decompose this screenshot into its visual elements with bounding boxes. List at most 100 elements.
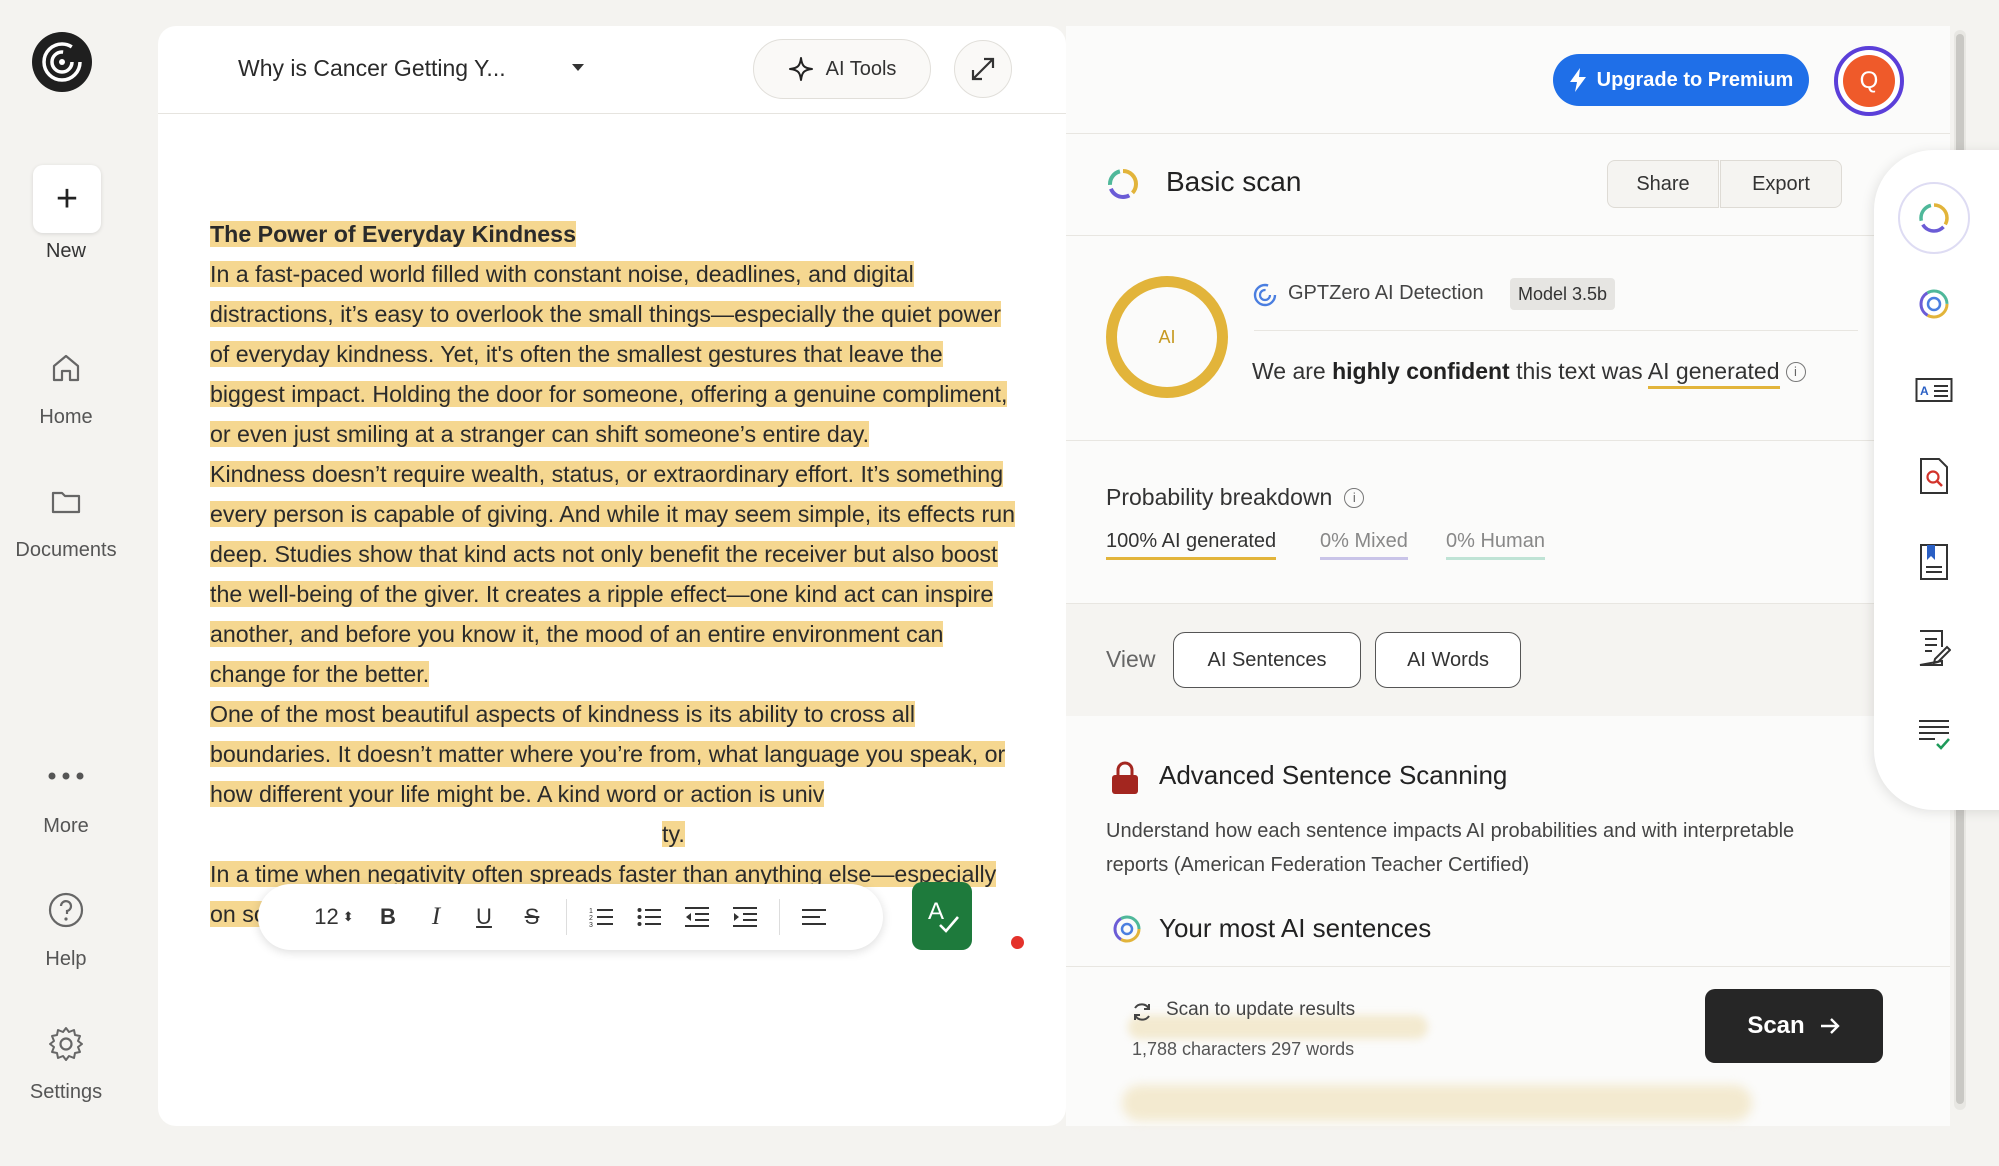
- svg-text:A: A: [928, 898, 944, 925]
- document-body[interactable]: The Power of Everyday Kindness In a fast…: [210, 214, 1020, 934]
- ordered-list-icon[interactable]: 123: [577, 897, 625, 937]
- most-ai-sentences-title: Your most AI sentences: [1159, 913, 1432, 943]
- scan-progress-icon: [1106, 167, 1140, 206]
- nav-home-label[interactable]: Home: [0, 406, 132, 429]
- scan-title: Basic scan: [1166, 166, 1302, 197]
- id-card-icon: A: [1915, 378, 1953, 402]
- strikethrough-icon[interactable]: S: [508, 897, 556, 937]
- ai-tools-button[interactable]: AI Tools: [753, 39, 931, 99]
- rail-basic-scan[interactable]: [1898, 182, 1970, 254]
- prob-ai-generated[interactable]: 100% AI generated: [1106, 530, 1277, 560]
- scan-progress-icon: [1919, 203, 1949, 233]
- edit-doc-icon: [1919, 630, 1951, 666]
- checklist-icon: [1919, 720, 1950, 750]
- font-size-value: 12: [314, 904, 339, 929]
- grammar-check-button[interactable]: A: [912, 882, 972, 950]
- ai-words-button[interactable]: AI Words: [1375, 632, 1521, 688]
- nav-help-label[interactable]: Help: [0, 948, 132, 971]
- plus-icon: +: [55, 177, 79, 220]
- chevron-down-icon[interactable]: [572, 64, 584, 71]
- share-button[interactable]: Share: [1607, 160, 1719, 208]
- ai-sentences-button[interactable]: AI Sentences: [1173, 632, 1361, 688]
- prob-mixed[interactable]: 0% Mixed: [1320, 530, 1408, 560]
- document-heading: The Power of Everyday Kindness: [210, 221, 576, 247]
- paragraph-3: One of the most beautiful aspects of kin…: [210, 701, 1006, 807]
- new-document-button[interactable]: +: [33, 165, 101, 233]
- status-dot: [1011, 936, 1024, 949]
- sparkle-icon: [788, 57, 813, 81]
- info-icon[interactable]: i: [1785, 361, 1806, 382]
- editor-header: Why is Cancer Getting Y... AI Tools: [158, 26, 1066, 114]
- rail-plagiarism[interactable]: [1904, 446, 1964, 506]
- folder-icon[interactable]: [46, 482, 86, 522]
- divider: [1066, 440, 1950, 441]
- view-label: View: [1106, 646, 1156, 672]
- bullet-list-icon[interactable]: [625, 897, 673, 937]
- home-icon[interactable]: [46, 348, 86, 388]
- lock-icon: [1110, 761, 1140, 800]
- underline-icon[interactable]: U: [460, 897, 508, 937]
- export-button[interactable]: Export: [1720, 160, 1842, 208]
- divider: [1066, 133, 1950, 134]
- document-editor: Why is Cancer Getting Y... AI Tools The …: [158, 26, 1066, 1126]
- bold-icon[interactable]: B: [364, 897, 412, 937]
- align-left-icon[interactable]: [790, 897, 838, 937]
- info-icon[interactable]: i: [1344, 487, 1365, 508]
- toolbar-divider: [779, 899, 780, 935]
- left-nav: + New Home Documents More Help Settings: [0, 0, 132, 1166]
- avatar[interactable]: Q: [1834, 46, 1904, 116]
- document-search-icon: [1920, 458, 1948, 494]
- ai-tools-label: AI Tools: [825, 57, 897, 80]
- outdent-icon[interactable]: [673, 897, 721, 937]
- bookmark-doc-icon: [1920, 544, 1948, 580]
- help-icon[interactable]: [46, 890, 86, 930]
- document-title[interactable]: Why is Cancer Getting Y...: [238, 55, 506, 82]
- rail-ai-detection[interactable]: [1904, 274, 1964, 334]
- gptzero-logo-icon[interactable]: [32, 32, 92, 92]
- indent-icon[interactable]: [721, 897, 769, 937]
- nav-documents-label[interactable]: Documents: [0, 539, 132, 562]
- scan-button[interactable]: Scan: [1705, 989, 1883, 1063]
- font-size-select[interactable]: 12 ⬍: [304, 897, 364, 937]
- gear-icon[interactable]: [46, 1024, 86, 1064]
- ai-detection-icon: [1919, 289, 1949, 319]
- rail-source-finder[interactable]: A: [1904, 360, 1964, 420]
- confidence-prefix: We are: [1252, 358, 1333, 384]
- svg-text:3: 3: [589, 922, 593, 928]
- advanced-scanning-description: Understand how each sentence impacts AI …: [1106, 820, 1795, 876]
- rail-citations[interactable]: [1904, 532, 1964, 592]
- upgrade-premium-label: Upgrade to Premium: [1596, 68, 1794, 91]
- nav-settings-label[interactable]: Settings: [0, 1081, 132, 1104]
- paragraph-3-tail: ty.: [662, 821, 685, 847]
- svg-text:2: 2: [589, 915, 593, 922]
- character-count: 1,788 characters 297 words: [1132, 1039, 1355, 1059]
- italic-icon[interactable]: I: [412, 897, 460, 937]
- expand-button[interactable]: [954, 40, 1012, 98]
- probability-title-text: Probability breakdown: [1106, 484, 1333, 510]
- upgrade-premium-button[interactable]: Upgrade to Premium: [1553, 54, 1809, 106]
- ai-score-ring: AI: [1106, 276, 1228, 398]
- svg-text:A: A: [1920, 384, 1929, 398]
- blurred-preview: [1122, 1085, 1752, 1121]
- scan-footer: Scan to update results 1,788 characters …: [1066, 966, 1950, 1126]
- nav-more-label[interactable]: More: [0, 815, 132, 838]
- expand-icon: [971, 57, 995, 81]
- gptzero-icon: [1252, 282, 1278, 313]
- refresh-icon: [1130, 1000, 1154, 1029]
- more-icon[interactable]: [46, 756, 86, 796]
- lightning-icon: [1569, 68, 1586, 92]
- rail-checklist[interactable]: [1904, 704, 1964, 764]
- confidence-mid: this text was: [1509, 358, 1648, 384]
- formatting-toolbar: 12 ⬍ B I U S 123: [258, 884, 883, 950]
- divider: [1066, 235, 1950, 236]
- new-label: New: [45, 240, 86, 262]
- confidence-result: AI generated: [1647, 358, 1780, 389]
- detector-label: GPTZero AI Detection: [1288, 282, 1484, 304]
- tool-rail: A: [1874, 150, 1999, 810]
- prob-human[interactable]: 0% Human: [1446, 530, 1545, 560]
- rail-writing-feedback[interactable]: [1904, 618, 1964, 678]
- toolbar-divider: [566, 899, 567, 935]
- paragraph-1: In a fast-paced world filled with consta…: [210, 261, 1008, 447]
- paragraph-2: Kindness doesn’t require wealth, status,…: [210, 461, 1016, 687]
- model-badge: Model 3.5b: [1510, 278, 1616, 310]
